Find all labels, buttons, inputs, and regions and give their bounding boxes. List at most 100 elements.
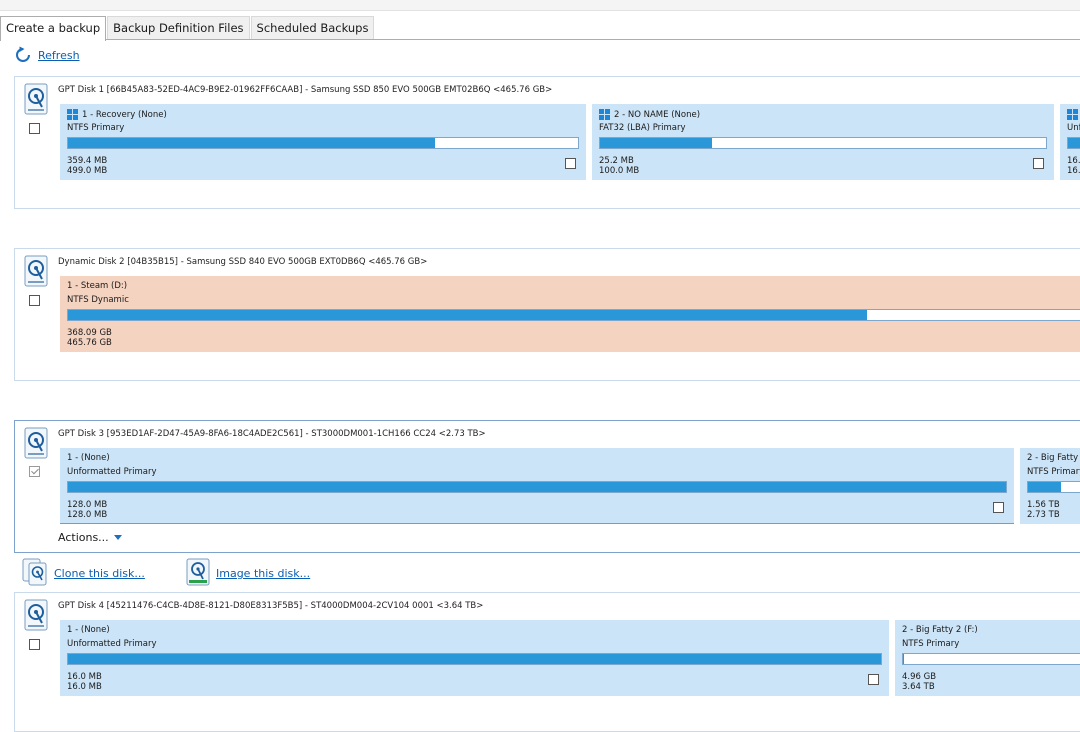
partition-usage-bar <box>67 653 882 665</box>
partition-name: 1 - Steam (D:) <box>67 281 127 291</box>
partition-usage-bar <box>67 481 1007 493</box>
refresh-link[interactable]: Refresh <box>38 49 80 62</box>
partition-used-size: 1.56 TB <box>1027 500 1060 510</box>
partition-header: 1 - (None) <box>67 625 110 635</box>
disk-3-panel[interactable]: GPT Disk 3 [953ED1AF-2D47-45A9-8FA6-18C4… <box>14 420 1080 553</box>
disk-1-partition-2[interactable]: 2 - NO NAME (None) FAT32 (LBA) Primary 2… <box>592 104 1054 180</box>
tab-scheduled-backups[interactable]: Scheduled Backups <box>251 16 375 39</box>
partition-checkbox[interactable] <box>565 158 576 169</box>
partition-type: FAT32 (LBA) Primary <box>599 123 686 133</box>
actions-menu[interactable]: Actions... <box>58 531 122 544</box>
partition-type: NTFS Dynamic <box>67 295 129 305</box>
partition-header: 1 - Steam (D:) <box>67 281 127 291</box>
disk-1-partition-3[interactable]: Unfo 16.0 16.0 <box>1060 104 1080 180</box>
chevron-down-icon <box>114 535 122 540</box>
partition-total-size: 16.0 <box>1067 166 1080 176</box>
windows-logo-icon <box>599 109 610 120</box>
disk-3-checkbox[interactable] <box>29 466 40 477</box>
partition-total-size: 2.73 TB <box>1027 510 1060 520</box>
disk-4-panel: GPT Disk 4 [45211476-C4CB-4D8E-8121-D80E… <box>14 592 1080 732</box>
partition-usage-bar <box>1027 481 1080 493</box>
clone-disk-icon <box>22 558 48 589</box>
partition-used-size: 359.4 MB <box>67 156 107 166</box>
partition-total-size: 3.64 TB <box>902 682 935 692</box>
partition-selected-underline <box>60 523 1014 524</box>
disk-1-title: GPT Disk 1 [66B45A83-52ED-4AC9-B9E2-0196… <box>58 85 552 95</box>
partition-usage-fill <box>1028 482 1061 492</box>
partition-type: NTFS Primary <box>902 639 959 649</box>
disk-1-checkbox[interactable] <box>29 123 40 134</box>
disk-2-checkbox[interactable] <box>29 295 40 306</box>
disk-1-partition-1[interactable]: 1 - Recovery (None) NTFS Primary 359.4 M… <box>60 104 586 180</box>
partition-checkbox[interactable] <box>868 674 879 685</box>
partition-type: Unformatted Primary <box>67 467 156 477</box>
clone-disk-control[interactable]: Clone this disk... <box>22 558 145 589</box>
partition-used-size: 16.0 MB <box>67 672 102 682</box>
partition-total-size: 16.0 MB <box>67 682 102 692</box>
tab-content-border <box>0 39 1080 40</box>
refresh-icon <box>14 46 32 64</box>
partition-name: 2 - Big Fatty ( <box>1027 453 1080 463</box>
disk-2-title: Dynamic Disk 2 [04B35B15] - Samsung SSD … <box>58 257 427 267</box>
partition-checkbox[interactable] <box>1033 158 1044 169</box>
partition-type: Unformatted Primary <box>67 639 156 649</box>
title-bar-strip <box>0 0 1080 11</box>
partition-usage-bar <box>67 309 1080 321</box>
partition-usage-bar <box>67 137 579 149</box>
partition-usage-fill <box>1068 138 1080 148</box>
partition-total-size: 128.0 MB <box>67 510 107 520</box>
partition-type: NTFS Primary <box>67 123 124 133</box>
tab-backup-definition-files[interactable]: Backup Definition Files <box>107 16 249 39</box>
partition-header: 2 - NO NAME (None) <box>599 109 700 120</box>
disk-2-panel: Dynamic Disk 2 [04B35B15] - Samsung SSD … <box>14 248 1080 381</box>
partition-header: 2 - Big Fatty 2 (F:) <box>902 625 978 635</box>
disk-3-partition-1[interactable]: 1 - (None) Unformatted Primary 128.0 MB … <box>60 448 1014 524</box>
main-tabs: Create a backup Backup Definition Files … <box>0 16 375 40</box>
image-disk-link[interactable]: Image this disk... <box>216 567 310 580</box>
clone-disk-link[interactable]: Clone this disk... <box>54 567 145 580</box>
disk-4-checkbox[interactable] <box>29 639 40 650</box>
windows-logo-icon <box>67 109 78 120</box>
partition-used-size: 128.0 MB <box>67 500 107 510</box>
partition-name: 2 - Big Fatty 2 (F:) <box>902 625 978 635</box>
tab-create-backup[interactable]: Create a backup <box>0 16 106 41</box>
image-disk-control[interactable]: Image this disk... <box>186 558 310 589</box>
disk-2-partition-1[interactable]: 1 - Steam (D:) NTFS Dynamic 368.09 GB 46… <box>60 276 1080 352</box>
partition-total-size: 465.76 GB <box>67 338 112 348</box>
windows-logo-icon <box>1067 109 1078 120</box>
partition-used-size: 16.0 <box>1067 156 1080 166</box>
partition-type: Unfo <box>1067 123 1080 133</box>
partition-type: NTFS Primary <box>1027 467 1080 477</box>
hard-disk-icon <box>24 427 48 463</box>
partition-header: 1 - Recovery (None) <box>67 109 167 120</box>
partition-usage-bar <box>1067 137 1080 149</box>
actions-label: Actions... <box>58 531 109 544</box>
partition-usage-bar <box>599 137 1047 149</box>
partition-usage-fill <box>68 138 435 148</box>
partition-name: 2 - NO NAME (None) <box>614 110 700 120</box>
partition-usage-fill <box>68 482 1006 492</box>
disk-1-panel: GPT Disk 1 [66B45A83-52ED-4AC9-B9E2-0196… <box>14 76 1080 209</box>
hard-disk-icon <box>24 83 48 119</box>
partition-usage-fill <box>68 310 867 320</box>
partition-used-size: 368.09 GB <box>67 328 112 338</box>
partition-total-size: 100.0 MB <box>599 166 639 176</box>
partition-checkbox[interactable] <box>993 502 1004 513</box>
partition-name: 1 - Recovery (None) <box>82 110 167 120</box>
hard-disk-icon <box>24 599 48 635</box>
partition-header: 2 - Big Fatty ( <box>1027 453 1080 463</box>
partition-name: 1 - (None) <box>67 625 110 635</box>
partition-usage-fill <box>68 654 881 664</box>
partition-header: 1 - (None) <box>67 453 110 463</box>
disk-4-partition-2[interactable]: 2 - Big Fatty 2 (F:) NTFS Primary 4.96 G… <box>895 620 1080 696</box>
disk-3-partition-2[interactable]: 2 - Big Fatty ( NTFS Primary 1.56 TB 2.7… <box>1020 448 1080 524</box>
refresh-control[interactable]: Refresh <box>14 46 80 64</box>
disk-3-title: GPT Disk 3 [953ED1AF-2D47-45A9-8FA6-18C4… <box>58 429 486 439</box>
partition-usage-fill <box>600 138 712 148</box>
disk-4-partition-1[interactable]: 1 - (None) Unformatted Primary 16.0 MB 1… <box>60 620 889 696</box>
hard-disk-icon <box>24 255 48 291</box>
partition-used-size: 25.2 MB <box>599 156 634 166</box>
partition-used-size: 4.96 GB <box>902 672 936 682</box>
partition-name: 1 - (None) <box>67 453 110 463</box>
disk-4-title: GPT Disk 4 [45211476-C4CB-4D8E-8121-D80E… <box>58 601 483 611</box>
